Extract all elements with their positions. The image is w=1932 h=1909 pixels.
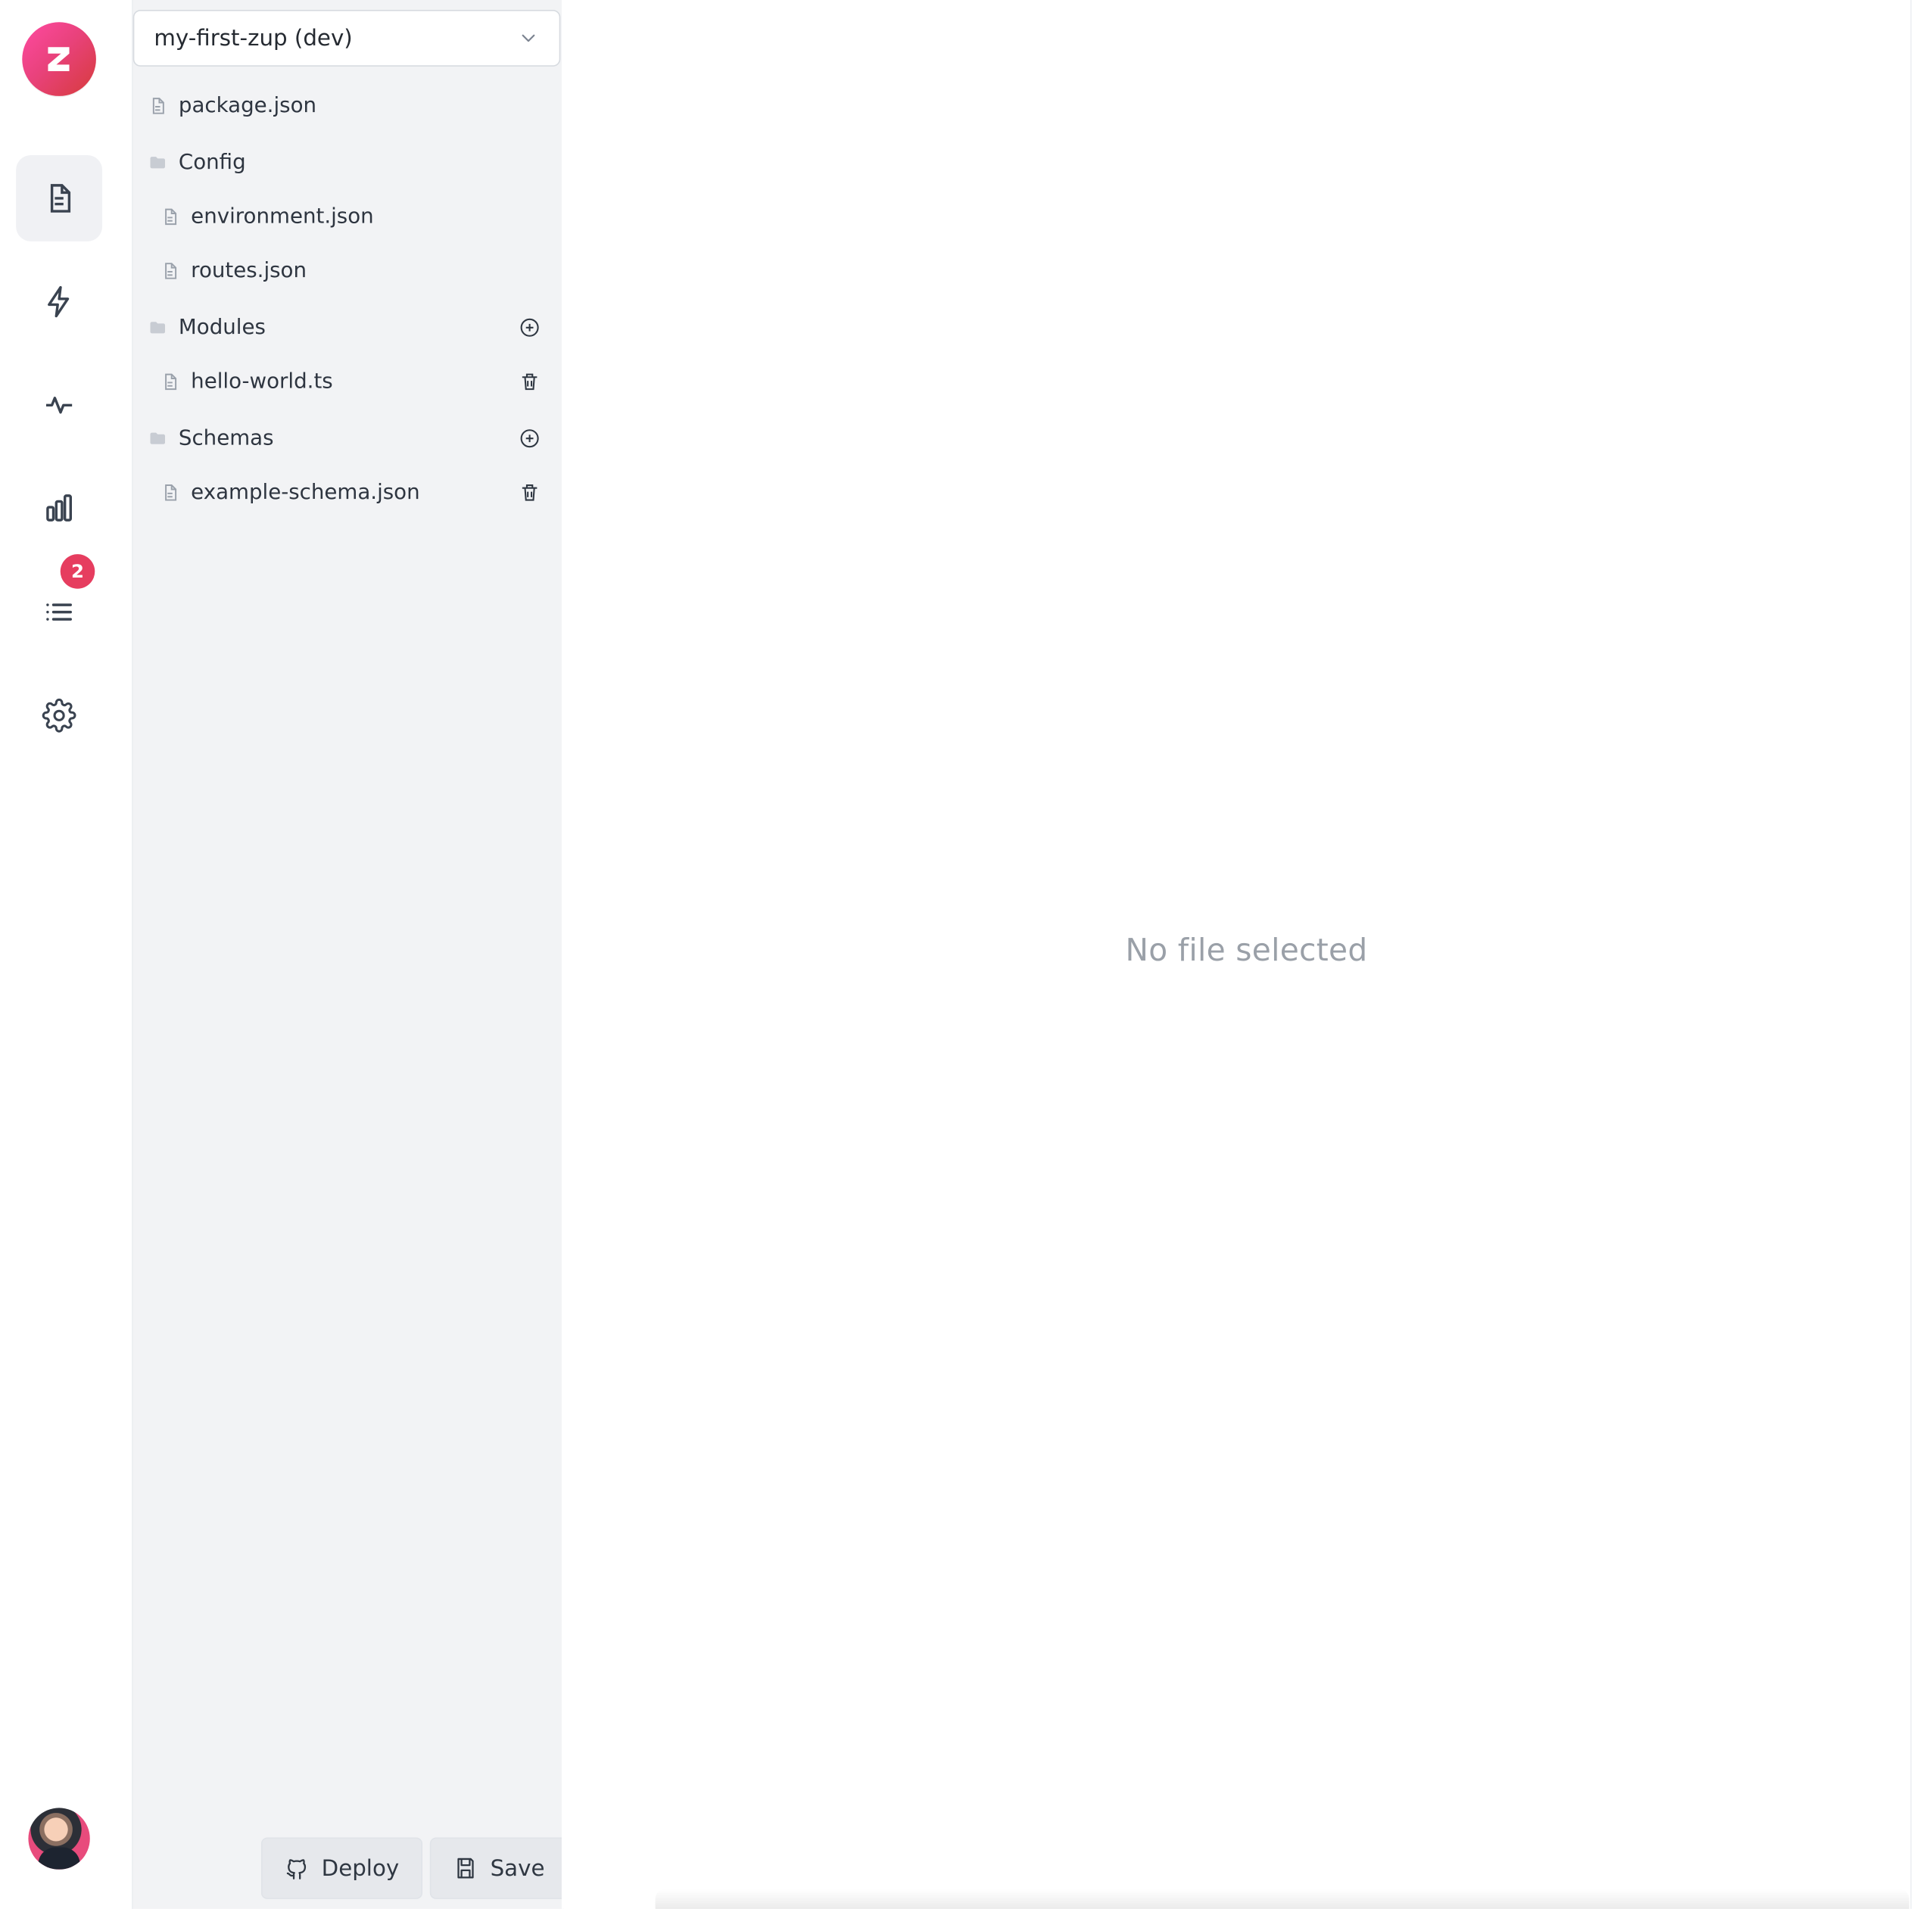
tree-item-label: Config [178,150,246,176]
delete-hello-world-button[interactable] [516,368,544,395]
trash-icon [522,484,538,501]
lightning-icon [48,285,70,318]
tree-item-label: package.json [178,93,317,119]
tree-item-label: hello-world.ts [191,369,333,394]
tree-item-label: example-schema.json [191,480,420,506]
bottom-scroll-shadow [655,1889,1909,1909]
empty-state-message: No file selected [1125,932,1368,968]
zuplo-logo[interactable] [22,22,96,96]
editor-panel: No file selected [561,0,1932,1909]
chevron-down-icon [517,27,539,49]
tree-item-label: routes.json [191,258,307,284]
document-icon [50,184,71,213]
tree-item-package-json[interactable]: package.json [133,79,563,133]
folder-icon [148,428,167,448]
folder-icon [148,318,167,338]
right-edge-divider [1910,0,1912,1909]
file-sidebar: my-first-zup (dev) package.json Config e… [132,0,569,1909]
tree-folder-modules[interactable]: Modules [133,301,563,355]
delete-example-schema-button[interactable] [516,479,544,506]
project-selector-value: my-first-zup (dev) [154,25,353,51]
files-nav-button[interactable] [16,155,103,241]
tree-folder-config[interactable]: Config [133,135,563,190]
plus-circle-icon [520,429,539,448]
logs-nav-button[interactable]: 2 [16,554,102,656]
activity-icon [46,397,73,414]
tree-item-routes-json[interactable]: routes.json [133,244,563,298]
plus-circle-icon [520,318,539,337]
tree-item-label: Modules [178,315,266,341]
file-icon [160,261,180,281]
file-icon [160,207,180,226]
lightning-nav-button[interactable] [16,259,102,345]
file-icon [160,483,180,503]
save-button[interactable]: Save [429,1837,569,1899]
tree-item-environment-json[interactable]: environment.json [133,190,563,244]
add-module-button[interactable] [516,314,544,341]
tree-item-example-schema-json[interactable]: example-schema.json [133,466,563,520]
notifications-badge: 2 [60,554,95,589]
file-icon [160,372,180,391]
save-button-label: Save [490,1855,545,1882]
user-avatar[interactable] [28,1808,90,1870]
file-tree: package.json Config environment.json rou… [133,79,563,519]
editor-app: 2 my-first-zup (dev) package.json Config… [0,0,1932,1909]
sidebar-actions: Deploy Save [260,1837,569,1899]
tree-item-label: environment.json [191,204,374,229]
bar-chart-icon [46,494,72,522]
tree-item-label: Schemas [178,425,274,451]
file-icon [148,96,167,116]
tree-folder-schemas[interactable]: Schemas [133,411,563,466]
github-icon [286,1859,307,1879]
trash-icon [522,373,538,391]
left-rail: 2 [0,0,119,1909]
tree-item-hello-world-ts[interactable]: hello-world.ts [133,355,563,410]
folder-icon [148,153,167,173]
activity-nav-button[interactable] [16,362,102,448]
primary-navigation: 2 [16,155,103,758]
save-icon [457,1858,474,1879]
project-selector[interactable]: my-first-zup (dev) [132,10,561,67]
add-schema-button[interactable] [516,425,544,452]
analytics-nav-button[interactable] [16,466,102,552]
settings-nav-button[interactable] [16,672,102,758]
gear-icon [42,698,76,733]
deploy-button-label: Deploy [321,1855,400,1882]
list-icon [46,603,72,621]
logo-z-icon [48,47,70,71]
deploy-button[interactable]: Deploy [260,1837,423,1899]
